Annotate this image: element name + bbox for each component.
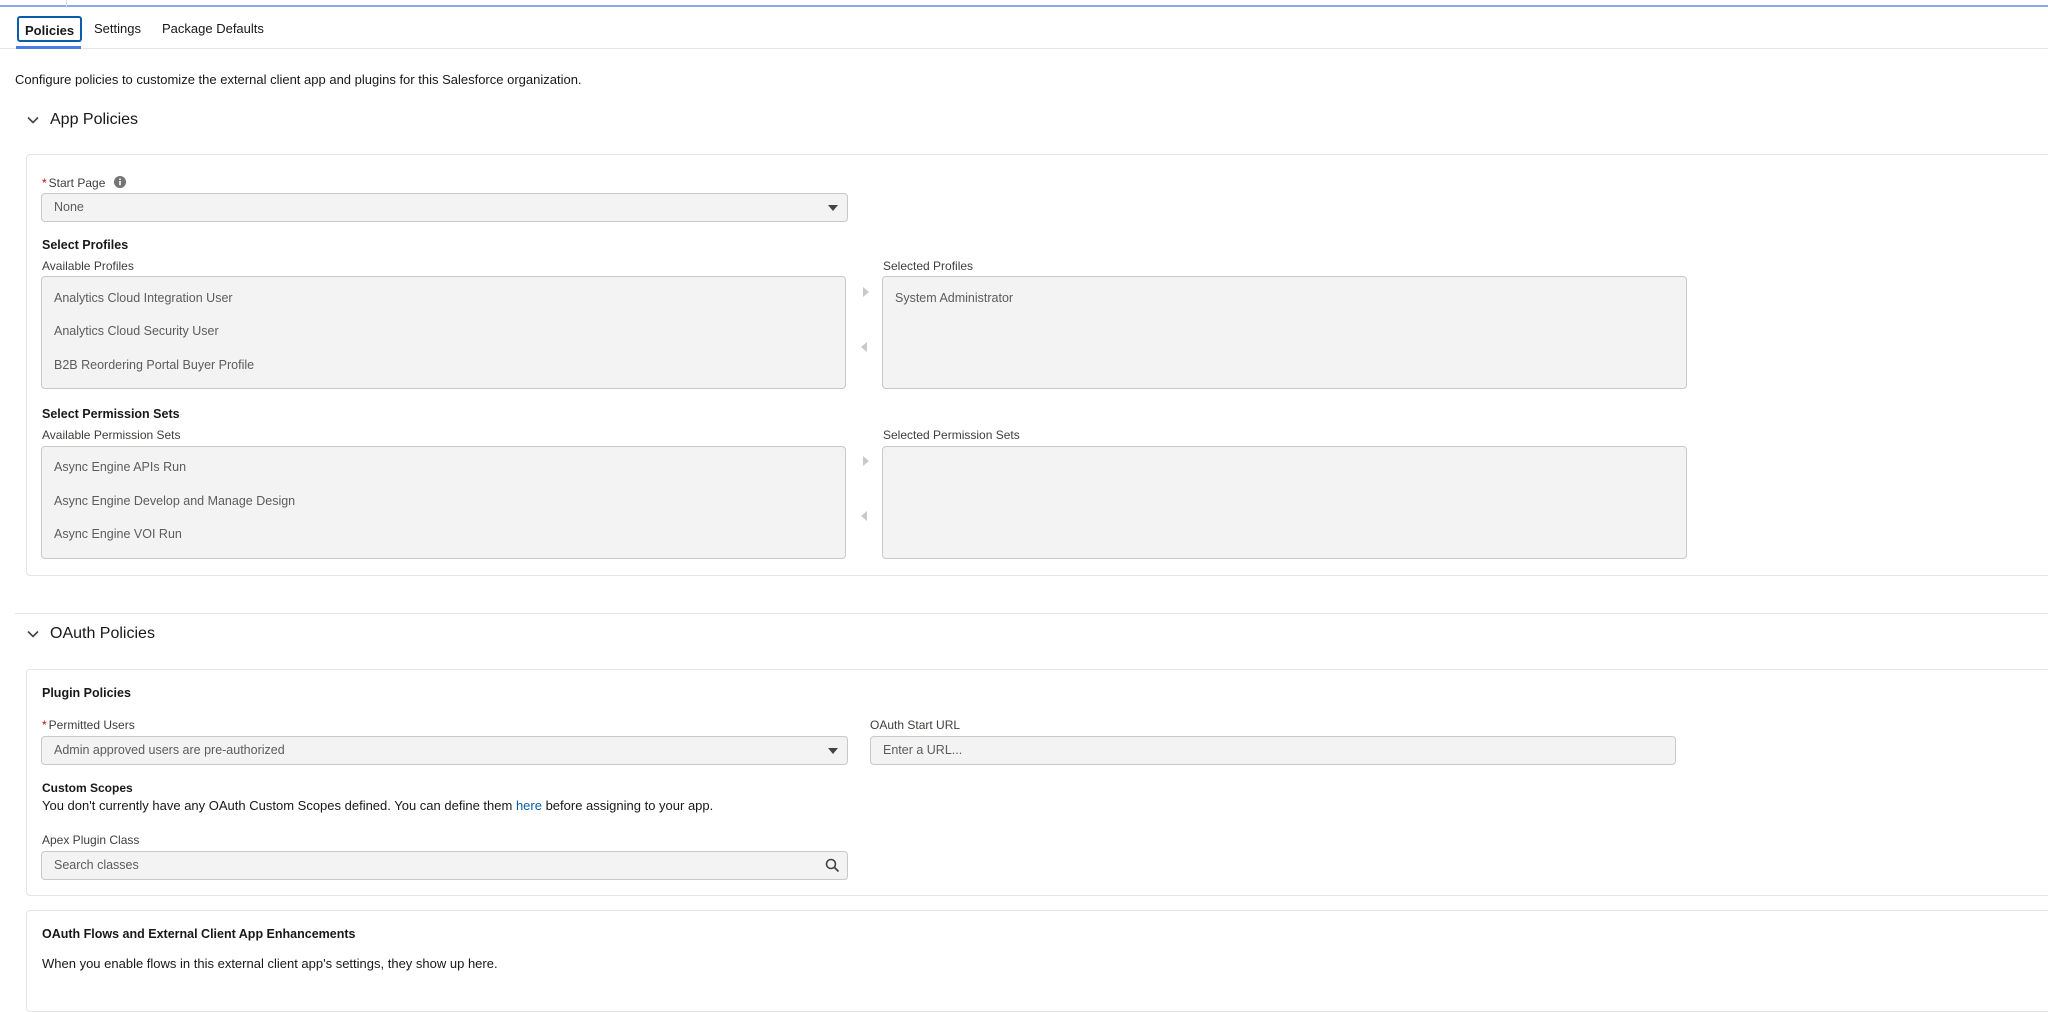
search-icon[interactable] (825, 858, 840, 873)
tab-package-defaults[interactable]: Package Defaults (162, 16, 264, 42)
start-page-select[interactable]: None (41, 193, 848, 222)
app-policies-section-toggle[interactable]: App Policies (26, 109, 138, 131)
available-profiles-label: Available Profiles (42, 259, 134, 273)
start-page-label: * Start Page (42, 176, 105, 190)
oauth-flows-card: OAuth Flows and External Client App Enha… (26, 910, 2048, 1012)
move-left-arrow-icon[interactable] (861, 511, 867, 521)
section-divider (15, 613, 2048, 614)
required-mark: * (42, 718, 47, 732)
oauth-start-url-label: OAuth Start URL (870, 718, 961, 732)
tab-settings[interactable]: Settings (94, 16, 141, 42)
oauth-start-url-input[interactable]: Enter a URL... (870, 736, 1676, 765)
move-right-arrow-icon[interactable] (863, 456, 869, 466)
dropdown-caret-icon (828, 748, 838, 754)
available-profiles-listbox[interactable]: Analytics Cloud Integration User Analyti… (41, 276, 846, 389)
tab-policies[interactable]: Policies (17, 16, 83, 42)
available-permission-sets-listbox[interactable]: Async Engine APIs Run Async Engine Devel… (41, 446, 846, 559)
permitted-users-label: * Permitted Users (42, 718, 135, 732)
page-description: Configure policies to customize the exte… (15, 72, 582, 87)
selected-profiles-listbox[interactable]: System Administrator (882, 276, 1687, 389)
apex-plugin-class-label: Apex Plugin Class (42, 833, 140, 847)
oauth-flows-text: When you enable flows in this external c… (42, 956, 498, 971)
top-divider-tick (66, 0, 67, 7)
start-page-value: None (54, 200, 84, 214)
plugin-policies-card: Plugin Policies * Permitted Users Admin a… (26, 669, 2048, 896)
selected-permission-sets-label: Selected Permission Sets (883, 428, 1020, 442)
app-policies-card: * Start Page None Select Profiles Availab… (26, 154, 2048, 576)
active-tab-indicator (16, 46, 81, 49)
permitted-users-label-text: Permitted Users (48, 718, 135, 732)
tab-bar: Policies Settings Package Defaults (0, 7, 2048, 49)
oauth-flows-heading: OAuth Flows and External Client App Enha… (42, 927, 356, 941)
select-permission-sets-heading: Select Permission Sets (42, 407, 180, 421)
required-mark: * (42, 176, 47, 190)
define-scopes-link[interactable]: here (516, 798, 542, 813)
oauth-policies-section-toggle[interactable]: OAuth Policies (26, 623, 155, 645)
custom-scopes-text: You don't currently have any OAuth Custo… (42, 798, 713, 813)
selected-profiles-label: Selected Profiles (883, 259, 974, 273)
dropdown-caret-icon (828, 205, 838, 211)
permitted-users-value: Admin approved users are pre-authorized (54, 743, 285, 757)
selected-permission-sets-listbox[interactable] (882, 446, 1687, 559)
plugin-policies-heading: Plugin Policies (42, 686, 131, 700)
list-item[interactable]: System Administrator (895, 291, 1013, 305)
list-item[interactable]: Async Engine Develop and Manage Design (54, 494, 295, 508)
apex-plugin-search-input[interactable]: Search classes (41, 851, 848, 880)
info-icon[interactable] (114, 176, 126, 188)
list-item[interactable]: Analytics Cloud Security User (54, 324, 219, 338)
available-permission-sets-label: Available Permission Sets (42, 428, 181, 442)
custom-scopes-text-after: before assigning to your app. (541, 798, 714, 813)
list-item[interactable]: Async Engine VOI Run (54, 527, 182, 541)
permitted-users-select[interactable]: Admin approved users are pre-authorized (41, 736, 848, 765)
move-left-arrow-icon[interactable] (861, 342, 867, 352)
list-item[interactable]: B2B Reordering Portal Buyer Profile (54, 358, 254, 372)
app-policies-title: App Policies (50, 111, 139, 128)
custom-scopes-text-before: You don't currently have any OAuth Custo… (42, 798, 516, 813)
oauth-policies-title: OAuth Policies (50, 625, 155, 642)
chevron-down-icon (27, 630, 39, 638)
custom-scopes-heading: Custom Scopes (42, 781, 133, 795)
start-page-label-text: Start Page (48, 176, 106, 190)
chevron-down-icon (27, 116, 39, 124)
apex-plugin-placeholder: Search classes (54, 858, 139, 872)
list-item[interactable]: Analytics Cloud Integration User (54, 291, 233, 305)
list-item[interactable]: Async Engine APIs Run (54, 460, 186, 474)
move-right-arrow-icon[interactable] (863, 287, 869, 297)
oauth-start-url-placeholder: Enter a URL... (883, 743, 963, 757)
select-profiles-heading: Select Profiles (42, 238, 129, 252)
